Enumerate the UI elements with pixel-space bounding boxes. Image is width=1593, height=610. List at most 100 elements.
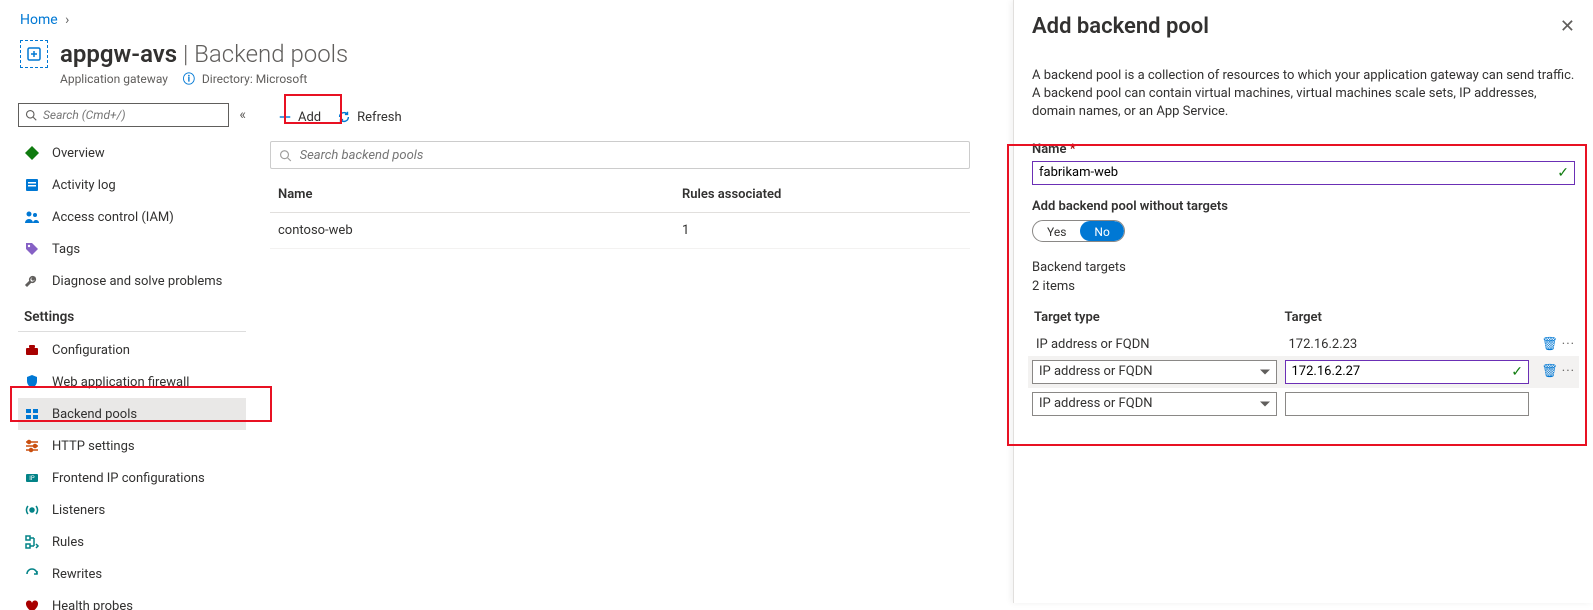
listener-icon [24,502,40,518]
sidebar-item-label: Frontend IP configurations [52,471,205,486]
shield-icon [24,374,40,390]
resource-type: Application gateway [60,72,168,86]
svg-text:IP: IP [29,475,35,482]
cell-rules: 1 [682,223,962,238]
sidebar-item-access-control-iam-[interactable]: Access control (IAM) [18,201,246,233]
col-target-type: Target type [1034,310,1285,325]
heart-icon [24,598,40,610]
sidebar-item-health-probes[interactable]: Health probes [18,590,246,610]
sidebar-item-rewrites[interactable]: Rewrites [18,558,246,590]
sidebar-search-input[interactable] [43,108,222,122]
log-icon [24,177,40,193]
rewrite-icon [24,566,40,582]
name-field-label: Name * [1032,142,1575,157]
close-icon[interactable]: ✕ [1560,16,1575,37]
more-icon[interactable]: ··· [1562,364,1575,379]
chevron-right-icon: › [65,12,69,28]
target-type-value: IP address or FQDN [1032,337,1277,352]
refresh-button-label: Refresh [357,110,401,125]
trash-icon[interactable]: 🗑 [1541,337,1558,352]
sidebar-item-label: Rules [52,535,84,550]
sidebar-item-label: Web application firewall [52,375,189,390]
target-value: 172.16.2.23 [1285,337,1530,352]
sidebar-item-label: HTTP settings [52,439,135,454]
pool-icon [24,406,40,422]
sidebar-item-backend-pools[interactable]: Backend pools [18,398,246,430]
target-row: IP address or FQDN [1032,388,1575,420]
trash-icon[interactable]: 🗑 [1541,364,1558,379]
sidebar-item-configuration[interactable]: Configuration [18,334,246,366]
sidebar-item-label: Overview [52,146,105,161]
sidebar-item-rules[interactable]: Rules [18,526,246,558]
sidebar-item-diagnose-and-solve-problems[interactable]: Diagnose and solve problems [18,265,246,297]
sliders-icon [24,438,40,454]
target-type-select[interactable]: IP address or FQDN [1032,360,1277,384]
sidebar-item-listeners[interactable]: Listeners [18,494,246,526]
col-rules[interactable]: Rules associated [682,187,962,202]
sidebar-item-label: Listeners [52,503,105,518]
col-name[interactable]: Name [278,187,682,202]
col-target: Target [1285,310,1536,325]
toolbox-icon [24,342,40,358]
without-targets-label: Add backend pool without targets [1032,199,1575,214]
backend-pools-table: Name Rules associated contoso-web1 [270,177,970,249]
directory-label: Directory: Microsoft [202,72,307,86]
target-value-input[interactable] [1285,360,1530,384]
sidebar: « Overview Activity log Access control (IA… [0,97,258,610]
rules-icon [24,534,40,550]
targets-count: 2 items [1032,279,1575,294]
sidebar-item-label: Diagnose and solve problems [52,274,222,289]
add-backend-pool-panel: Add backend pool ✕ A backend pool is a c… [1013,0,1593,603]
name-field[interactable] [1032,161,1575,185]
info-icon: ⓘ [183,72,195,86]
search-icon [25,109,37,121]
ip-icon: IP [24,470,40,486]
sidebar-item-web-application-firewall[interactable]: Web application firewall [18,366,246,398]
resource-name: appgw-avs [60,40,177,68]
refresh-button[interactable]: Refresh [329,103,409,131]
sidebar-item-label: Tags [52,242,80,257]
target-row: IP address or FQDN 172.16.2.23 🗑 ··· [1032,333,1575,356]
target-value-input[interactable] [1285,392,1530,416]
people-icon [24,209,40,225]
sidebar-settings-header: Settings [18,297,246,332]
without-targets-toggle[interactable]: Yes No [1032,220,1125,242]
sidebar-item-frontend-ip-configurations[interactable]: IP Frontend IP configurations [18,462,246,494]
search-icon [279,149,292,162]
toggle-yes[interactable]: Yes [1033,221,1080,241]
sidebar-item-overview[interactable]: Overview [18,137,246,169]
resource-icon [20,40,48,68]
page-name: | Backend pools [177,40,348,68]
backend-targets-header: Backend targets [1032,260,1575,275]
sidebar-item-label: Backend pools [52,407,137,422]
more-icon[interactable]: ··· [1562,337,1575,352]
target-type-select[interactable]: IP address or FQDN [1032,392,1277,416]
add-button[interactable]: Add [270,103,329,131]
table-search-input[interactable] [300,148,961,163]
sidebar-item-activity-log[interactable]: Activity log [18,169,246,201]
refresh-icon [337,110,351,124]
diamond-icon [24,145,40,161]
wrench-icon [24,273,40,289]
panel-title: Add backend pool [1032,14,1209,39]
sidebar-item-label: Configuration [52,343,130,358]
table-row[interactable]: contoso-web1 [270,213,970,249]
collapse-sidebar-icon[interactable]: « [239,107,246,123]
sidebar-item-tags[interactable]: Tags [18,233,246,265]
plus-icon [278,110,292,124]
toggle-no[interactable]: No [1080,221,1123,241]
sidebar-item-label: Access control (IAM) [52,210,174,225]
sidebar-search[interactable] [18,103,229,127]
tag-icon [24,241,40,257]
sidebar-item-label: Health probes [52,599,133,610]
targets-table-header: Target type Target [1032,302,1575,333]
breadcrumb-home[interactable]: Home [20,12,58,28]
cell-name: contoso-web [278,223,682,238]
table-header: Name Rules associated [270,177,970,213]
add-button-label: Add [298,110,321,125]
table-search[interactable] [270,141,970,169]
sidebar-item-label: Activity log [52,178,116,193]
check-icon: ✓ [1511,364,1523,380]
sidebar-item-http-settings[interactable]: HTTP settings [18,430,246,462]
check-icon: ✓ [1557,165,1569,181]
